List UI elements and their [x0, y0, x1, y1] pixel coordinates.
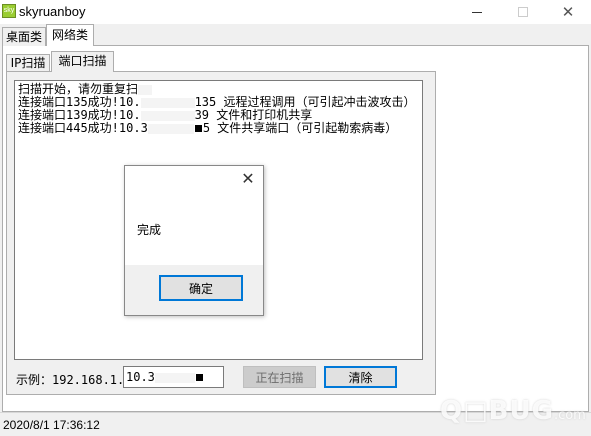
- redaction-mark: [195, 374, 203, 381]
- tab-port-scan[interactable]: 端口扫描: [51, 51, 114, 72]
- title-bar: sky skyruanboy ✕: [0, 0, 591, 24]
- ok-button[interactable]: 确定: [159, 275, 243, 301]
- window-title: skyruanboy: [19, 4, 86, 19]
- redacted-text: [140, 97, 195, 108]
- tab-ip-scan[interactable]: IP扫描: [6, 54, 50, 71]
- completion-dialog: ✕ 完成 确定: [124, 165, 264, 316]
- log-line: 连接端口445成功!10.3 5 文件共享端口（可引起勒索病毒）: [18, 121, 398, 135]
- watermark: Q□BUG.com: [440, 396, 586, 426]
- dialog-message: 完成: [137, 223, 162, 237]
- clear-button[interactable]: 清除: [324, 366, 397, 388]
- close-button[interactable]: ✕: [545, 0, 591, 24]
- minimize-button[interactable]: [454, 0, 500, 24]
- redacted-text: [147, 123, 194, 134]
- minimize-icon: [472, 11, 482, 13]
- redacted-text: [154, 372, 195, 383]
- app-icon: sky: [2, 4, 16, 18]
- ip-input[interactable]: 10.3: [123, 366, 224, 388]
- tab-desktop[interactable]: 桌面类: [2, 27, 46, 46]
- redacted-text: [138, 84, 153, 95]
- maximize-button[interactable]: [500, 0, 546, 24]
- dialog-footer: 确定: [125, 265, 263, 315]
- close-icon: ✕: [561, 3, 575, 21]
- dialog-close-button[interactable]: ✕: [235, 168, 261, 190]
- scanning-button[interactable]: 正在扫描: [243, 366, 316, 388]
- close-icon: ✕: [241, 169, 255, 188]
- tab-network[interactable]: 网络类: [46, 24, 94, 46]
- redaction-mark: [194, 125, 202, 132]
- maximize-icon: [518, 7, 528, 17]
- example-label: 示例：192.168.1.1: [16, 373, 132, 387]
- status-datetime: 2020/8/1 17:36:12: [3, 418, 100, 432]
- redacted-text: [140, 110, 195, 121]
